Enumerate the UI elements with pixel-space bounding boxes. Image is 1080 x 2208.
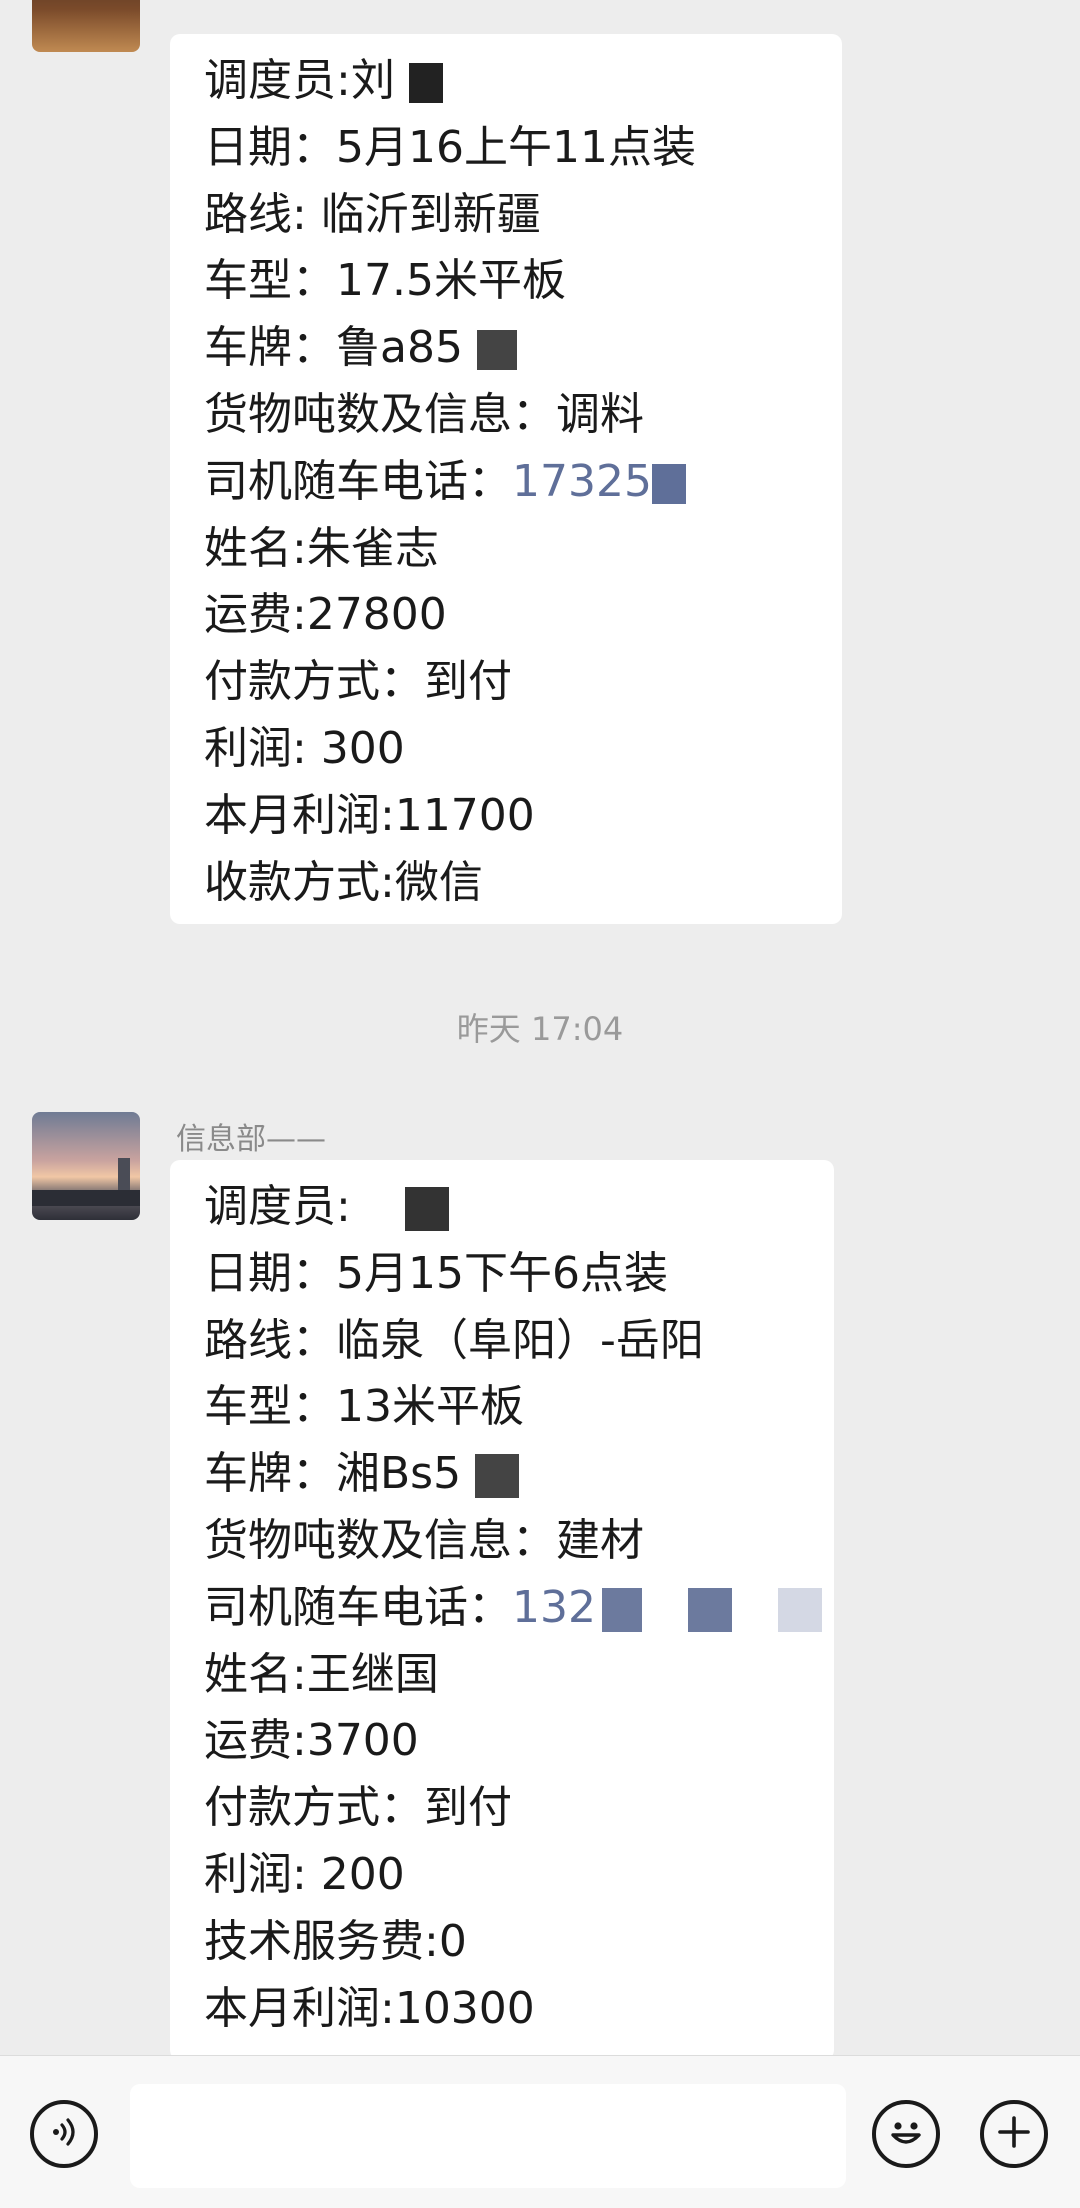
redaction-mosaic: [475, 1454, 520, 1499]
payment-method-line: 付款方式：到付: [204, 1782, 512, 1834]
voice-button[interactable]: [30, 2100, 98, 2168]
cargo-line: 货物吨数及信息：建材: [204, 1514, 644, 1566]
plus-icon: [994, 2112, 1034, 2156]
date-line: 日期：5月15下午6点装: [204, 1247, 668, 1299]
payment-method-line: 付款方式：到付: [204, 656, 512, 708]
vehicle-type-line: 车型：13米平板: [204, 1381, 524, 1433]
voice-icon: [46, 2114, 82, 2154]
plate-line: 车牌：鲁a85: [204, 315, 808, 382]
redaction-mosaic: [476, 330, 517, 371]
monthly-profit-line: 本月利润:11700: [204, 789, 535, 841]
driver-phone-line: 司机随车电话：132: [204, 1575, 822, 1642]
dispatcher-line: 调度员:: [204, 1174, 800, 1241]
sender-avatar[interactable]: [32, 1112, 140, 1220]
plate-line: 车牌：湘Bs5: [204, 1441, 800, 1508]
freight-line: 运费:3700: [204, 1715, 419, 1767]
driver-phone-line: 司机随车电话：17325: [204, 449, 808, 516]
dispatcher-line: 调度员:刘: [204, 48, 808, 115]
redaction-mosaic: [651, 463, 686, 504]
cargo-line: 货物吨数及信息：调料: [204, 388, 644, 440]
phone-link[interactable]: 17325: [512, 456, 652, 507]
profit-line: 利润: 200: [204, 1848, 405, 1900]
service-fee-line: 技术服务费:0: [204, 1915, 467, 1967]
emoji-button[interactable]: [872, 2100, 940, 2168]
route-line: 路线：临泉（阜阳）-岳阳: [204, 1314, 704, 1366]
sender-avatar[interactable]: [32, 0, 140, 52]
monthly-profit-line: 本月利润:10300: [204, 1982, 535, 2034]
more-button[interactable]: [980, 2100, 1048, 2168]
redaction-mosaic: [601, 1587, 642, 1632]
redaction-mosaic: [777, 1587, 822, 1632]
driver-name-line: 姓名:朱雀志: [204, 522, 439, 574]
date-line: 日期：5月16上午11点装: [204, 121, 696, 173]
sender-name: 信息部——: [176, 1122, 326, 1157]
message-bubble[interactable]: 调度员: 日期：5月15下午6点装 路线：临泉（阜阳）-岳阳 车型：13米平板 …: [170, 1160, 834, 2060]
profit-line: 利润: 300: [204, 722, 405, 774]
emoji-icon: [881, 2107, 931, 2161]
freight-line: 运费:27800: [204, 589, 447, 641]
driver-name-line: 姓名:王继国: [204, 1648, 439, 1700]
message-bubble[interactable]: 调度员:刘 日期：5月16上午11点装 路线: 临沂到新疆 车型：17.5米平板…: [170, 34, 842, 924]
redaction-mosaic: [687, 1587, 732, 1632]
collection-method-line: 收款方式:微信: [204, 856, 483, 908]
redaction-mosaic: [408, 63, 443, 103]
redaction-mosaic: [404, 1187, 449, 1231]
phone-link[interactable]: 132: [512, 1582, 596, 1633]
vehicle-type-line: 车型：17.5米平板: [204, 255, 566, 307]
chat-input-bar: [0, 2055, 1080, 2208]
route-line: 路线: 临沂到新疆: [204, 188, 541, 240]
message-timestamp: 昨天 17:04: [456, 1010, 624, 1048]
message-input[interactable]: [130, 2084, 846, 2188]
avatar-skyline: [32, 1190, 140, 1206]
